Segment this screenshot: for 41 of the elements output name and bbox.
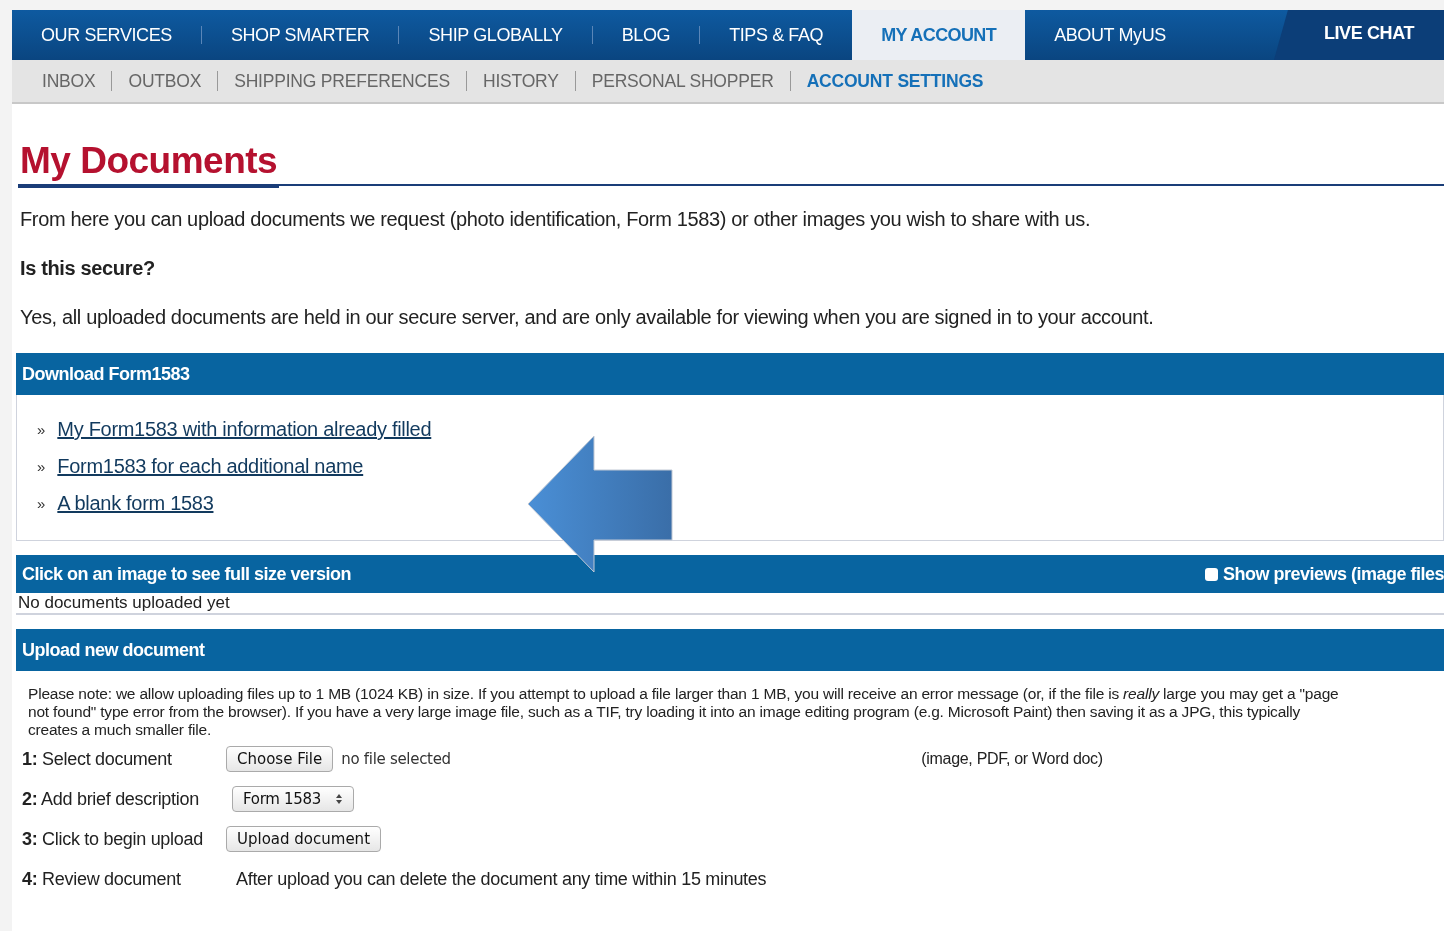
- download-link[interactable]: A blank form 1583: [57, 492, 214, 515]
- nav-tab[interactable]: SHIP GLOBALLY: [399, 10, 592, 60]
- sub-nav-tab[interactable]: PERSONAL SHOPPER: [575, 70, 790, 92]
- section-header: Download Form1583: [16, 353, 1444, 395]
- nav-tab[interactable]: OUR SERVICES: [12, 10, 201, 60]
- page-title: My Documents: [18, 140, 280, 188]
- step-label: 1: Select document: [22, 748, 173, 770]
- bullet: »: [37, 458, 46, 475]
- upload-button[interactable]: Upload document: [226, 826, 381, 852]
- empty-message: No documents uploaded yet: [16, 593, 1444, 615]
- nav-tab[interactable]: TIPS & FAQ: [700, 10, 853, 60]
- download-link[interactable]: Form1583 for each additional name: [57, 455, 364, 478]
- download-link[interactable]: My Form1583 with information already filled: [57, 418, 432, 441]
- faq-answer: Yes, all uploaded documents are held in our secure server, and are only available for viewing when you are signed in to your account.: [20, 306, 1155, 329]
- sub-nav-tab[interactable]: INBOX: [26, 70, 112, 92]
- sub-nav-tab[interactable]: OUTBOX: [112, 70, 218, 92]
- show-previews-checkbox[interactable]: Show previews (image files: [1204, 563, 1444, 585]
- section-title: Click on an image to see full size version: [22, 563, 352, 585]
- step-label: 3: Click to begin upload: [22, 828, 204, 850]
- intro-text: From here you can upload documents we request (photo identification, Form 1583) or other images you wish to share with us.: [20, 208, 1092, 231]
- nav-tab[interactable]: SHOP SMARTER: [201, 10, 399, 60]
- step-info: After upload you can delete the document any time within 15 minutes: [236, 868, 767, 890]
- sub-nav-tab[interactable]: SHIPPING PREFERENCES: [218, 70, 466, 92]
- sub-nav-tab[interactable]: HISTORY: [466, 70, 575, 92]
- nav-tab[interactable]: ABOUT MyUS: [1025, 10, 1195, 60]
- choose-file-button[interactable]: Choose File: [226, 746, 334, 772]
- bullet: »: [37, 495, 46, 512]
- step-label: 2: Add brief description: [22, 788, 200, 810]
- section-header: Upload new document: [16, 629, 1444, 671]
- live-chat-button[interactable]: LIVE CHAT: [1273, 10, 1444, 60]
- nav-tab[interactable]: MY ACCOUNT: [852, 10, 1026, 60]
- updown-arrows-icon: [335, 793, 344, 805]
- file-status: no file selected: [341, 750, 452, 768]
- description-dropdown[interactable]: Form 1583: [232, 786, 355, 812]
- file-type-hint: (image, PDF, or Word doc): [921, 750, 1103, 768]
- nav-tab[interactable]: BLOG: [592, 10, 700, 60]
- faq-question: Is this secure?: [20, 257, 156, 280]
- sub-nav-tab[interactable]: ACCOUNT SETTINGS: [790, 70, 1000, 92]
- upload-note: Please note: we allow uploading files up to 1 MB (1024 KB) in size. If you attempt to upload a file larger than 1 MB, you will receive an error message (or, if the file is really large you may get a "page not found" type error from the browser). If you have a very large image file, such as a TIF, try loading it into an image editing program (e.g. Microsoft Paint) then saving it as a JPG, this typically creates a much smaller file.: [27, 684, 1340, 739]
- bullet: »: [37, 421, 46, 438]
- step-label: 4: Review document: [22, 868, 182, 890]
